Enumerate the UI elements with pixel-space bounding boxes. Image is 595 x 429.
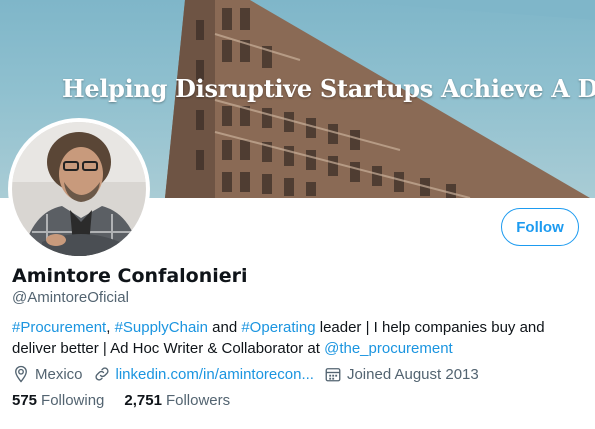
follow-button[interactable]: Follow — [501, 208, 579, 246]
following-stat[interactable]: 575 Following — [12, 392, 104, 409]
profile-bio: #Procurement, #SupplyChain and #Operatin… — [12, 317, 587, 359]
followers-count: 2,751 — [124, 392, 162, 409]
mention-link[interactable]: @the_procurement — [324, 340, 453, 357]
profile-website[interactable]: linkedin.com/in/amintorecon... — [93, 365, 314, 383]
hashtag-procurement[interactable]: #Procurement — [12, 319, 106, 336]
location-icon — [15, 365, 27, 383]
website-link[interactable]: linkedin.com/in/amintorecon... — [116, 366, 314, 383]
location-text: Mexico — [35, 365, 83, 383]
following-label: Following — [41, 392, 105, 409]
profile-meta: Mexico linkedin.com/in/amintorecon... Jo… — [12, 363, 489, 385]
joined-text: Joined August 2013 — [346, 365, 479, 383]
avatar-photo — [12, 122, 146, 256]
profile-joined: Joined August 2013 — [324, 365, 479, 383]
profile-location: Mexico — [12, 365, 83, 383]
calendar-icon — [325, 368, 341, 382]
followers-stat[interactable]: 2,751 Followers — [124, 392, 230, 409]
followers-label: Followers — [165, 392, 231, 409]
link-icon — [94, 367, 109, 381]
profile-stats: 575 Following 2,751 Followers — [12, 392, 250, 409]
bio-separator: , — [106, 319, 115, 336]
hashtag-supplychain[interactable]: #SupplyChain — [115, 319, 208, 336]
profile-handle: @AmintoreOficial — [12, 289, 129, 306]
profile-name: Amintore Confalonieri — [12, 265, 248, 287]
banner-headline: Helping Disruptive Startups Achieve A Dr… — [62, 74, 595, 103]
avatar[interactable] — [8, 118, 150, 260]
hashtag-operating[interactable]: #Operating — [241, 319, 315, 336]
following-count: 575 — [12, 392, 38, 409]
bio-separator: and — [207, 319, 242, 336]
